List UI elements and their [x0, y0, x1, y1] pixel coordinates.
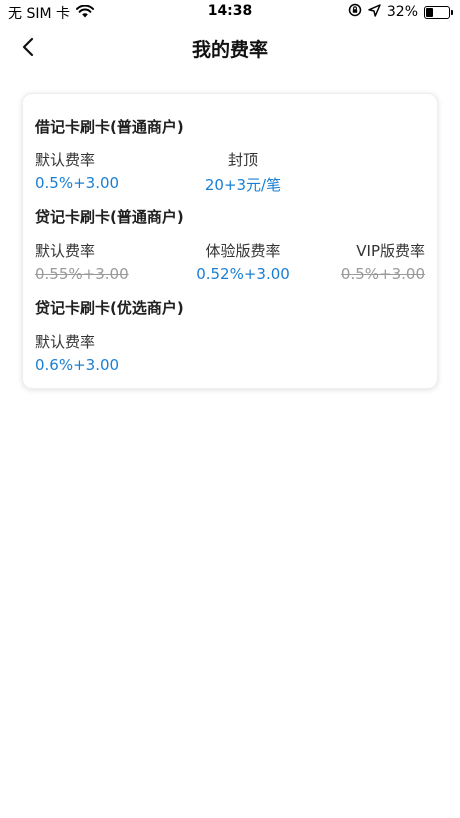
rate-label: 默认费率: [35, 242, 96, 260]
battery-icon: [424, 5, 453, 19]
section-title-credit-preferred: 贷记卡刷卡(优选商户): [35, 299, 184, 317]
rate-column-trial: 体验版费率 0.52%+3.00: [168, 240, 318, 283]
rate-value: 0.52%+3.00: [196, 265, 290, 283]
battery-percent: 32%: [386, 4, 418, 20]
rate-column-vip: VIP版费率 0.5%+3.00: [341, 240, 425, 283]
rate-label: 封顶: [227, 151, 258, 169]
nav-bar: 我的费率: [0, 24, 460, 70]
rates-card: 借记卡刷卡(普通商户) 默认费率 0.5%+3.00 封顶 20+3元/笔 贷记…: [22, 93, 438, 389]
rate-value: 0.6%+3.00: [35, 356, 120, 374]
status-right: 32%: [348, 3, 453, 21]
rate-value: 0.5%+3.00: [340, 265, 425, 283]
section-title-debit-normal: 借记卡刷卡(普通商户): [35, 118, 184, 136]
rate-label: VIP版费率: [356, 242, 425, 260]
section-title-credit-normal: 贷记卡刷卡(普通商户): [35, 208, 184, 226]
status-bar: 无 SIM 卡 14:38 32%: [0, 0, 460, 24]
rate-value: 0.5%+3.00: [35, 174, 120, 192]
page-title: 我的费率: [191, 39, 268, 61]
rate-column-default: 默认费率 0.55%+3.00: [35, 240, 129, 283]
orientation-lock-icon: [348, 3, 362, 21]
rate-label: 体验版费率: [205, 242, 281, 260]
rate-value: 0.55%+3.00: [35, 265, 129, 283]
rate-label: 默认费率: [35, 333, 96, 351]
rate-column-cap: 封顶 20+3元/笔: [168, 149, 318, 195]
rate-label: 默认费率: [35, 151, 96, 169]
battery-fill: [426, 7, 434, 17]
rate-value: 20+3元/笔: [204, 176, 282, 194]
rate-column-default: 默认费率 0.5%+3.00: [35, 149, 119, 192]
rate-column-default: 默认费率 0.6%+3.00: [35, 331, 119, 374]
location-arrow-icon: [368, 3, 381, 21]
